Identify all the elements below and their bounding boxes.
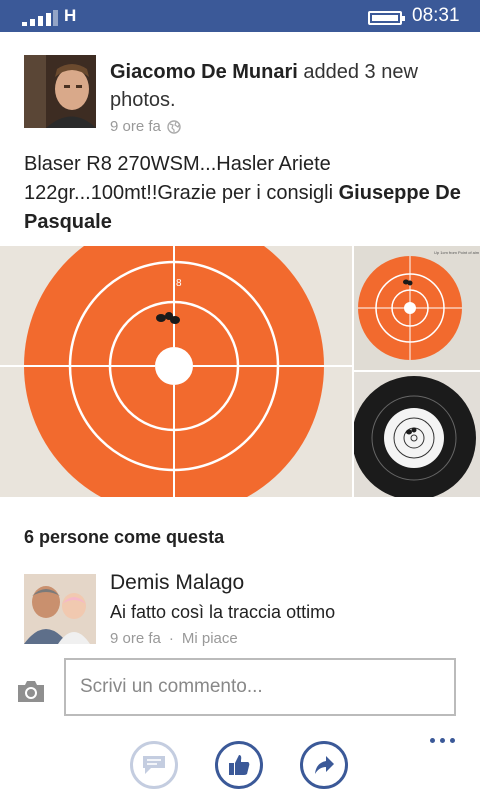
target-ring-number: 8 (176, 278, 182, 289)
photo-thumbnail-black-target[interactable] (354, 372, 480, 497)
commenter-avatar[interactable] (24, 574, 96, 644)
more-dot (430, 738, 435, 743)
comment-meta: 9 ore fa · Mi piace (110, 630, 238, 646)
share-button[interactable] (300, 741, 348, 789)
like-button[interactable] (215, 741, 263, 789)
signal-icon (22, 10, 58, 26)
author-name[interactable]: Giacomo De Munari (110, 61, 298, 83)
globe-icon (167, 119, 181, 134)
comment-icon (143, 756, 165, 774)
more-dot (440, 738, 445, 743)
post-header: Giacomo De Munari added 3 new photos. (110, 58, 460, 114)
post-body: Blaser R8 270WSM...Hasler Ariete 122gr..… (24, 153, 339, 204)
comment-like-link[interactable]: Mi piace (182, 630, 238, 646)
likes-summary[interactable]: 6 persone come questa (24, 527, 224, 548)
comment-composer (0, 646, 480, 800)
comment-text: Ai fatto così la traccia ottimo (110, 602, 336, 622)
more-dot (450, 738, 455, 743)
comment-time: 9 ore fa (110, 630, 161, 646)
meta-separator: · (168, 630, 174, 646)
post-meta: 9 ore fa (110, 118, 181, 135)
status-bar: H 08:31 (0, 0, 480, 32)
photo-thumbnail-orange-target[interactable]: Up 1cm from Point of aim (354, 246, 480, 370)
share-icon (315, 756, 334, 774)
clock: 08:31 (412, 5, 460, 26)
post-text: Blaser R8 270WSM...Hasler Ariete 122gr..… (24, 150, 464, 237)
photo-grid: 8 Up 1cm from Point of aim (0, 246, 480, 497)
comment-input[interactable] (64, 658, 456, 716)
author-avatar[interactable] (24, 55, 96, 128)
more-icon[interactable] (430, 738, 460, 746)
photo-main[interactable]: 8 (0, 246, 352, 497)
battery-icon (368, 11, 405, 25)
comment-button[interactable] (130, 741, 178, 789)
photo-note: Up 1cm from Point of aim (434, 250, 480, 255)
camera-icon[interactable] (16, 678, 46, 704)
network-type: H (64, 6, 77, 25)
like-icon (229, 755, 250, 775)
commenter-name[interactable]: Demis Malago (110, 571, 244, 595)
post-time: 9 ore fa (110, 118, 161, 135)
